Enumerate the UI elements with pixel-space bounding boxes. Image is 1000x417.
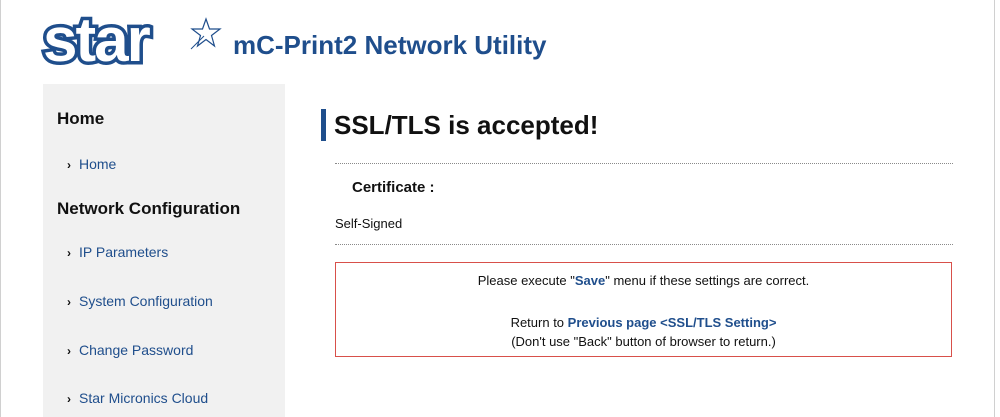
- return-instruction: Return to Previous page <SSL/TLS Setting…: [336, 315, 951, 330]
- sidebar-item-home[interactable]: › Home: [67, 156, 116, 172]
- notice-box: Please execute "Save" menu if these sett…: [335, 262, 952, 357]
- sidebar-item-label: System Configuration: [79, 293, 213, 309]
- divider: [335, 163, 953, 164]
- chevron-right-icon: ›: [67, 344, 71, 358]
- save-instruction: Please execute "Save" menu if these sett…: [336, 273, 951, 288]
- logo-star-icon: [190, 17, 222, 50]
- sidebar-item-label: Home: [79, 156, 117, 172]
- sidebar-item-system-configuration[interactable]: › System Configuration: [67, 293, 213, 309]
- sidebar: Home › Home Network Configuration › IP Par…: [43, 84, 285, 417]
- page-title: SSL/TLS is accepted!: [334, 110, 599, 140]
- chevron-right-icon: ›: [67, 158, 71, 172]
- sidebar-item-label: IP Parameters: [79, 244, 169, 260]
- title-accent-bar: [321, 109, 326, 141]
- notice-text: Return to: [510, 315, 568, 330]
- chevron-right-icon: ›: [67, 392, 71, 406]
- notice-text: " menu if these settings are correct.: [605, 273, 810, 288]
- previous-page-link[interactable]: Previous page <SSL/TLS Setting>: [568, 315, 777, 330]
- app-title: mC-Print2 Network Utility: [233, 30, 547, 60]
- sidebar-item-label: Change Password: [79, 342, 194, 358]
- notice-text: Please execute ": [477, 273, 575, 288]
- chevron-right-icon: ›: [67, 295, 71, 309]
- sidebar-item-star-micronics-cloud[interactable]: › Star Micronics Cloud: [67, 390, 208, 406]
- logo-wordmark: star: [40, 3, 155, 79]
- divider: [335, 244, 953, 245]
- back-button-warning: (Don't use "Back" button of browser to r…: [511, 334, 776, 349]
- certificate-value: Self-Signed: [335, 216, 403, 231]
- page-frame: star mC-Print2 Network Utility Home › Hom…: [0, 0, 995, 417]
- header: star mC-Print2 Network Utility: [1, 0, 994, 84]
- star-logo: star: [40, 3, 222, 79]
- certificate-label: Certificate :: [352, 179, 435, 196]
- sidebar-heading-home: Home: [57, 109, 105, 128]
- sidebar-item-label: Star Micronics Cloud: [79, 390, 209, 406]
- sidebar-heading-network-configuration: Network Configuration: [57, 199, 241, 218]
- sidebar-item-change-password[interactable]: › Change Password: [67, 342, 193, 358]
- save-menu-emphasis: Save: [574, 273, 606, 288]
- chevron-right-icon: ›: [67, 246, 71, 260]
- sidebar-item-ip-parameters[interactable]: › IP Parameters: [67, 244, 168, 260]
